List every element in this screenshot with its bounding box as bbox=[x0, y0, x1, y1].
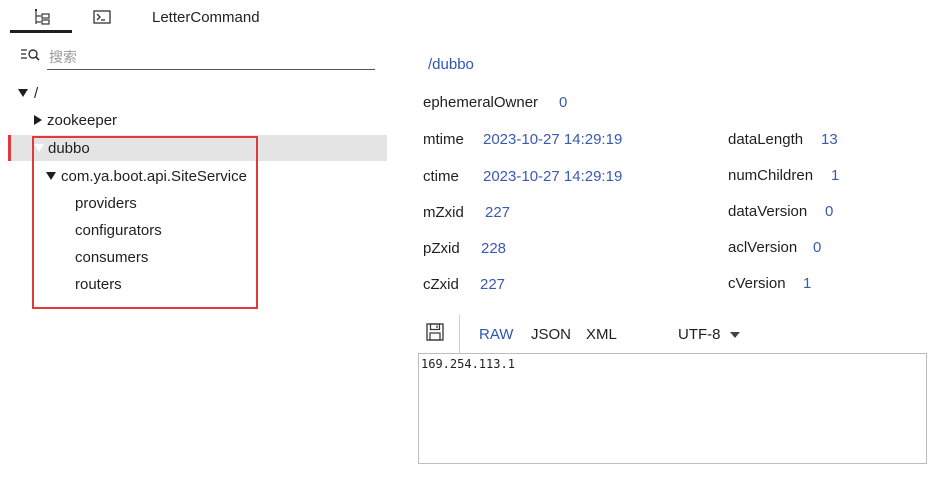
stat-label-ephemeral-owner: ephemeralOwner bbox=[423, 94, 539, 111]
stat-value-czxid: 227 bbox=[480, 276, 506, 293]
tree-node-root[interactable]: / bbox=[18, 80, 38, 106]
stat-label-ctime: ctime bbox=[423, 168, 459, 185]
format-raw-button[interactable]: RAW bbox=[479, 326, 513, 343]
stat-label-data-length: dataLength bbox=[728, 131, 804, 148]
stat-label-num-children: numChildren bbox=[728, 167, 814, 184]
stat-value-num-children: 1 bbox=[831, 167, 840, 184]
save-icon bbox=[426, 323, 444, 341]
stat-label-mzxid: mZxid bbox=[423, 204, 464, 221]
encoding-select[interactable]: UTF-8 bbox=[678, 326, 721, 343]
tree-node-zookeeper[interactable]: zookeeper bbox=[34, 107, 117, 133]
stat-value-ctime: 2023-10-27 14:29:19 bbox=[483, 168, 623, 185]
stat-value-data-length: 13 bbox=[821, 131, 838, 148]
selected-node-marker bbox=[8, 135, 11, 161]
stat-value-ephemeral-owner: 0 bbox=[559, 94, 568, 111]
stat-label-czxid: cZxid bbox=[423, 276, 459, 293]
search-icon bbox=[20, 47, 40, 63]
stat-value-c-version: 1 bbox=[803, 275, 812, 292]
stat-label-acl-version: aclVersion bbox=[728, 239, 798, 256]
tab-terminal[interactable] bbox=[90, 6, 114, 28]
active-tab-indicator bbox=[10, 30, 72, 33]
stat-label-c-version: cVersion bbox=[728, 275, 786, 292]
node-data-editor[interactable]: 169.254.113.1 bbox=[418, 353, 927, 464]
annotation-highlight-box bbox=[32, 136, 258, 309]
tab-letter-command[interactable]: LetterCommand bbox=[152, 9, 260, 26]
collapse-toggle-icon[interactable] bbox=[34, 115, 42, 125]
node-path: /dubbo bbox=[428, 56, 474, 73]
terminal-icon bbox=[93, 10, 111, 24]
tree-node-label: / bbox=[34, 84, 39, 102]
search-input[interactable] bbox=[47, 44, 375, 70]
stat-value-mzxid: 227 bbox=[485, 204, 511, 221]
stat-label-pzxid: pZxid bbox=[423, 240, 460, 257]
format-xml-button[interactable]: XML bbox=[586, 326, 617, 343]
toolbar-divider bbox=[459, 315, 460, 353]
format-json-button[interactable]: JSON bbox=[531, 326, 571, 343]
stat-value-pzxid: 228 bbox=[481, 240, 507, 257]
stat-value-mtime: 2023-10-27 14:29:19 bbox=[483, 131, 623, 148]
stat-label-mtime: mtime bbox=[423, 131, 464, 148]
expand-toggle-icon[interactable] bbox=[18, 89, 28, 97]
save-button[interactable] bbox=[426, 323, 444, 341]
tab-tree-view[interactable] bbox=[28, 6, 54, 28]
stat-label-data-version: dataVersion bbox=[728, 203, 808, 220]
stat-value-data-version: 0 bbox=[825, 203, 834, 220]
tree-node-label: zookeeper bbox=[47, 111, 118, 129]
tree-list-icon bbox=[35, 9, 50, 25]
stat-value-acl-version: 0 bbox=[813, 239, 822, 256]
chevron-down-icon[interactable] bbox=[730, 332, 740, 338]
